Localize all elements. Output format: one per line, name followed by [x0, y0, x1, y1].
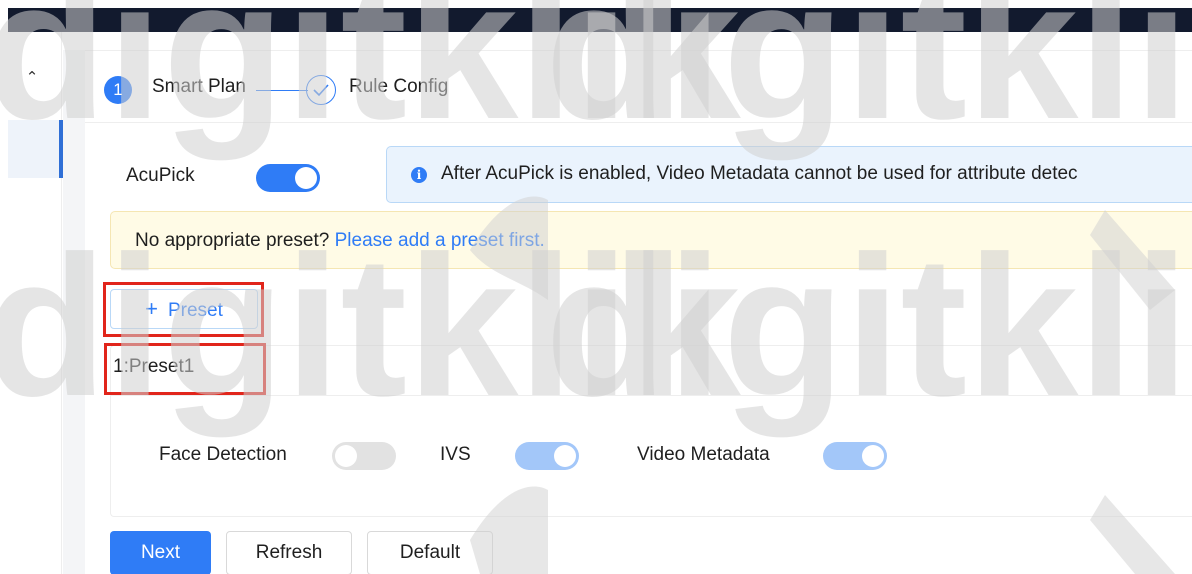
preset-warning-text: No appropriate preset? Please add a pres…: [135, 230, 545, 252]
preset-card: [110, 345, 1192, 517]
step-2-label: Rule Config: [349, 76, 449, 97]
step-1-number: 1: [104, 76, 132, 104]
divider: [110, 395, 1192, 396]
acupick-toggle[interactable]: [256, 164, 320, 192]
next-button[interactable]: Next: [110, 531, 211, 574]
refresh-button[interactable]: Refresh: [226, 531, 352, 574]
add-preset-link[interactable]: Please add a preset first.: [335, 230, 545, 251]
check-icon: [306, 75, 336, 105]
video-metadata-toggle[interactable]: [823, 442, 887, 470]
top-bar: [8, 8, 1192, 32]
default-button[interactable]: Default: [367, 531, 493, 574]
face-detection-label: Face Detection: [159, 444, 287, 465]
side-nav: [0, 32, 62, 574]
step-connector: [256, 90, 308, 91]
content-gutter: [63, 50, 85, 574]
info-icon: i: [411, 167, 427, 183]
divider: [85, 122, 1192, 123]
side-nav-active-item[interactable]: [8, 120, 64, 178]
ivs-toggle[interactable]: [515, 442, 579, 470]
video-metadata-label: Video Metadata: [637, 444, 770, 465]
face-detection-toggle[interactable]: [332, 442, 396, 470]
acupick-info-banner: i After AcuPick is enabled, Video Metada…: [386, 146, 1192, 203]
highlight-box: [103, 282, 264, 337]
preset-warning-message: No appropriate preset?: [135, 230, 330, 251]
highlight-box: [104, 343, 266, 395]
step-1-label: Smart Plan: [152, 76, 246, 97]
ivs-label: IVS: [440, 444, 471, 465]
acupick-info-text: After AcuPick is enabled, Video Metadata…: [441, 163, 1078, 184]
acupick-label: AcuPick: [126, 165, 195, 186]
chevron-up-icon[interactable]: ⌃: [24, 70, 40, 86]
preset-warning-banner: No appropriate preset? Please add a pres…: [110, 211, 1192, 269]
divider: [85, 50, 1192, 51]
